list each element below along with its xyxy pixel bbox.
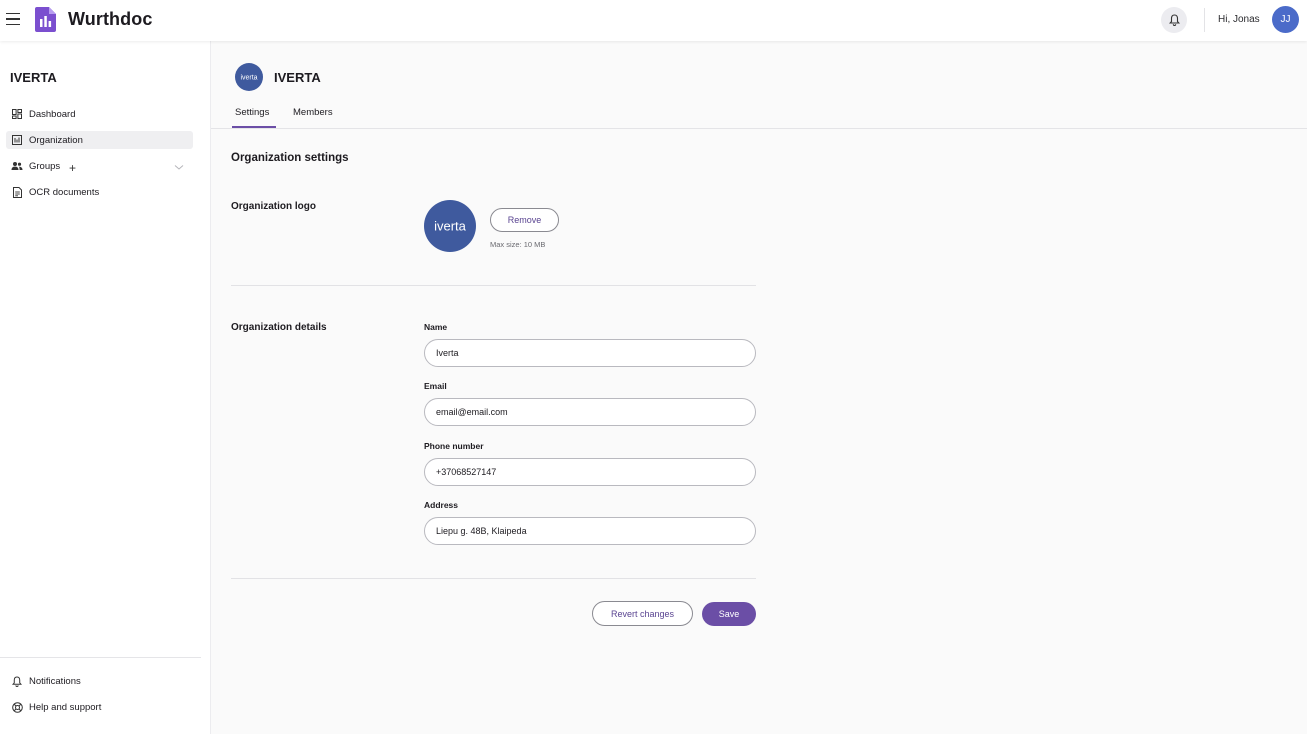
organization-logo-label: Organization logo: [231, 201, 316, 212]
organization-logo-small: iverta: [235, 63, 263, 91]
phone-label: Phone number: [424, 441, 484, 451]
user-avatar[interactable]: JJ: [1272, 6, 1299, 33]
menu-icon[interactable]: [6, 10, 24, 28]
sidebar-item-ocr-documents[interactable]: OCR documents: [6, 183, 193, 201]
document-icon: [11, 186, 23, 198]
organization-icon: [11, 134, 23, 146]
sidebar-item-label: OCR documents: [29, 186, 100, 198]
sidebar-item-label: Notifications: [29, 675, 81, 687]
help-icon: [11, 701, 23, 713]
sidebar-item-notifications[interactable]: Notifications: [6, 672, 193, 690]
remove-logo-button[interactable]: Remove: [490, 208, 559, 232]
bell-icon: [11, 675, 23, 687]
sidebar-item-label: Help and support: [29, 701, 102, 713]
address-label: Address: [424, 500, 459, 510]
organization-details-label: Organization details: [231, 322, 327, 333]
dashboard-icon: [11, 108, 23, 120]
sidebar-item-dashboard[interactable]: Dashboard: [6, 105, 193, 123]
top-bar: Wurthdoc Hi, Jonas JJ: [0, 0, 1307, 41]
email-label: Email: [424, 381, 447, 391]
logo-text: iverta: [434, 219, 467, 234]
section-title: Organization settings: [231, 152, 349, 164]
sidebar-item-label: Groups: [29, 160, 61, 172]
sidebar-divider: [0, 657, 201, 658]
topbar-divider: [1204, 8, 1205, 32]
sidebar-item-label: Organization: [29, 134, 83, 146]
section-divider: [231, 578, 756, 579]
sidebar-item-groups[interactable]: Groups: [6, 157, 66, 175]
organization-logo: iverta: [424, 200, 476, 252]
logo-text: iverta: [240, 74, 257, 81]
app-name: Wurthdoc: [68, 9, 153, 29]
sidebar-org-name: IVERTA: [10, 70, 57, 85]
tabs-divider: [211, 128, 1307, 129]
max-size-hint: Max size: 10 MB: [490, 240, 546, 249]
sidebar-item-organization[interactable]: Organization: [6, 131, 193, 149]
sidebar: IVERTA Dashboard Organization Groups + O…: [0, 41, 211, 734]
wurthdoc-logo-icon: [35, 7, 56, 32]
chevron-down-icon[interactable]: [173, 161, 185, 173]
name-label: Name: [424, 322, 448, 332]
notifications-button[interactable]: [1161, 7, 1187, 33]
name-field[interactable]: [424, 339, 756, 367]
main-content: iverta IVERTA Settings Members Organizat…: [211, 41, 1307, 734]
email-field[interactable]: [424, 398, 756, 426]
phone-field[interactable]: [424, 458, 756, 486]
add-group-button[interactable]: +: [69, 162, 76, 174]
address-field[interactable]: [424, 517, 756, 545]
sidebar-item-label: Dashboard: [29, 108, 76, 120]
tab-settings[interactable]: Settings: [235, 107, 269, 118]
section-divider: [231, 285, 756, 286]
user-greeting: Hi, Jonas: [1218, 14, 1260, 25]
sidebar-item-help-and-support[interactable]: Help and support: [6, 698, 193, 716]
page-title: IVERTA: [274, 70, 321, 85]
groups-icon: [11, 160, 23, 172]
tab-members[interactable]: Members: [293, 107, 333, 118]
revert-changes-button[interactable]: Revert changes: [592, 601, 693, 626]
save-button[interactable]: Save: [702, 602, 756, 626]
bell-icon: [1168, 14, 1180, 26]
